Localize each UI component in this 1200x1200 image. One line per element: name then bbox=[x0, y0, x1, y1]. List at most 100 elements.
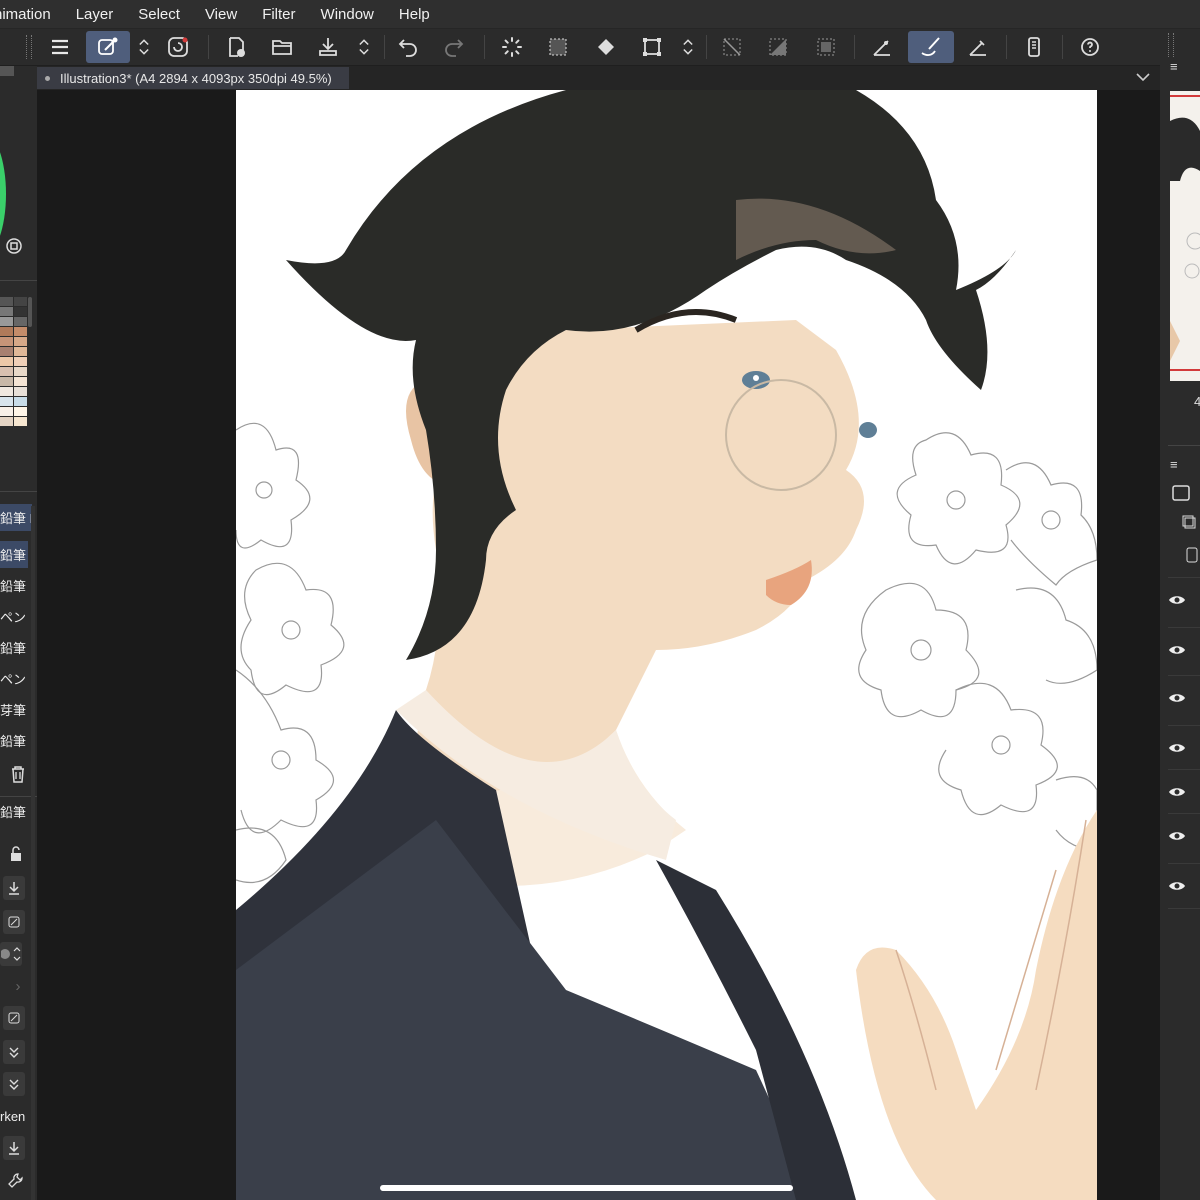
modifier-toggle-button[interactable] bbox=[134, 31, 154, 63]
color-swatch[interactable] bbox=[14, 397, 27, 406]
redo-button[interactable] bbox=[438, 31, 470, 63]
loading-button[interactable] bbox=[496, 31, 528, 63]
layer-row[interactable] bbox=[1168, 813, 1200, 858]
canvas-artwork[interactable] bbox=[236, 90, 1097, 1200]
color-swatch[interactable] bbox=[0, 317, 13, 326]
layer-row[interactable] bbox=[1168, 675, 1200, 720]
undo-button[interactable] bbox=[392, 31, 424, 63]
layer-row[interactable] bbox=[1168, 627, 1200, 672]
color-swatch[interactable] bbox=[0, 357, 13, 366]
color-swatch[interactable] bbox=[0, 337, 13, 346]
brush-item[interactable]: 鉛筆 bbox=[0, 727, 28, 754]
companion-button[interactable] bbox=[162, 31, 194, 63]
brush-item[interactable]: 鉛筆 bbox=[0, 572, 28, 599]
color-swatch[interactable] bbox=[14, 417, 27, 426]
eye-icon[interactable] bbox=[1168, 830, 1186, 842]
wrench-icon[interactable] bbox=[6, 1170, 26, 1190]
left-panel-scrollbar[interactable] bbox=[31, 506, 35, 1200]
color-swatch[interactable] bbox=[14, 387, 27, 396]
layer-row[interactable] bbox=[1168, 863, 1200, 909]
swatch-scrollbar[interactable] bbox=[28, 297, 32, 327]
menu-item-help[interactable]: Help bbox=[399, 6, 430, 23]
snap-ruler-button[interactable] bbox=[962, 31, 994, 63]
menu-item-layer[interactable]: Layer bbox=[76, 6, 114, 23]
menu-item-nimation[interactable]: nimation bbox=[0, 6, 51, 23]
color-swatch[interactable] bbox=[14, 357, 27, 366]
invert-selection-button[interactable] bbox=[810, 31, 842, 63]
fill-layer-button[interactable] bbox=[762, 31, 794, 63]
color-swatch[interactable] bbox=[0, 297, 13, 306]
color-swatch[interactable] bbox=[0, 387, 13, 396]
smartphone-button[interactable] bbox=[1018, 31, 1050, 63]
brush-item[interactable]: ペン bbox=[0, 603, 28, 630]
document-tab[interactable]: Illustration3* (A4 2894 x 4093px 350dpi … bbox=[37, 67, 349, 89]
eye-icon[interactable] bbox=[1168, 742, 1186, 754]
home-indicator[interactable] bbox=[380, 1185, 793, 1191]
disable-setting-button[interactable] bbox=[3, 910, 25, 934]
color-set-swatches[interactable] bbox=[0, 297, 27, 426]
color-swatch[interactable] bbox=[0, 367, 13, 376]
eye-icon[interactable] bbox=[1168, 880, 1186, 892]
toolbar-grip[interactable] bbox=[26, 35, 32, 59]
transform-button[interactable] bbox=[636, 31, 668, 63]
brush-item[interactable]: 鉛筆 bbox=[0, 634, 28, 661]
brush-group-tab[interactable]: 鉛筆 R bbox=[0, 504, 32, 531]
brush-item[interactable]: 芽筆 bbox=[0, 696, 28, 723]
layer-row[interactable] bbox=[1168, 725, 1200, 770]
download-setting-button[interactable] bbox=[3, 876, 25, 900]
color-swatch[interactable] bbox=[14, 407, 27, 416]
color-swatch[interactable] bbox=[0, 377, 13, 386]
menu-item-window[interactable]: Window bbox=[321, 6, 374, 23]
right-panel-grip[interactable] bbox=[1168, 33, 1174, 57]
brush-item[interactable]: 鉛筆 R bbox=[0, 541, 28, 568]
open-file-button[interactable] bbox=[266, 31, 298, 63]
save-button[interactable] bbox=[312, 31, 344, 63]
new-layer-icon[interactable] bbox=[1172, 485, 1190, 504]
canvas-area[interactable] bbox=[37, 90, 1160, 1200]
expand-setting-button[interactable] bbox=[3, 1040, 25, 1064]
color-swatch[interactable] bbox=[0, 417, 13, 426]
color-swatch[interactable] bbox=[14, 297, 27, 306]
color-swatch[interactable] bbox=[14, 337, 27, 346]
eye-icon[interactable] bbox=[1168, 692, 1186, 704]
trash-icon[interactable] bbox=[8, 764, 28, 784]
menu-item-view[interactable]: View bbox=[205, 6, 237, 23]
layer-menu-icon[interactable]: ≡ bbox=[1170, 457, 1178, 472]
color-swatch[interactable] bbox=[14, 347, 27, 356]
color-swatch[interactable] bbox=[14, 317, 27, 326]
eye-icon[interactable] bbox=[1168, 594, 1186, 606]
brush-button[interactable] bbox=[908, 31, 954, 63]
select-all-button[interactable] bbox=[542, 31, 574, 63]
menu-button[interactable] bbox=[44, 31, 76, 63]
chevron-right-icon[interactable]: › bbox=[8, 976, 28, 996]
ruler-button[interactable] bbox=[866, 31, 898, 63]
color-swatch[interactable] bbox=[14, 377, 27, 386]
navigator-thumbnail[interactable] bbox=[1170, 91, 1200, 381]
expand-setting-button[interactable] bbox=[3, 1072, 25, 1096]
menu-item-filter[interactable]: Filter bbox=[262, 6, 295, 23]
color-mode-icon[interactable] bbox=[4, 236, 24, 256]
modifier-key-button[interactable] bbox=[86, 31, 130, 63]
layer-device-icon[interactable] bbox=[1186, 547, 1198, 566]
fill-button[interactable] bbox=[590, 31, 622, 63]
eye-icon[interactable] bbox=[1168, 644, 1186, 656]
color-swatch[interactable] bbox=[14, 307, 27, 316]
color-swatch[interactable] bbox=[14, 367, 27, 376]
navigator-menu-icon[interactable]: ≡ bbox=[1170, 59, 1178, 74]
transform-toggle-button[interactable] bbox=[678, 31, 698, 63]
menu-item-select[interactable]: Select bbox=[138, 6, 180, 23]
color-swatch[interactable] bbox=[14, 327, 27, 336]
color-swatch[interactable] bbox=[0, 347, 13, 356]
brush-item[interactable]: ペン bbox=[0, 665, 28, 692]
lock-icon[interactable] bbox=[6, 844, 26, 864]
clear-selection-button[interactable] bbox=[716, 31, 748, 63]
color-swatch[interactable] bbox=[0, 407, 13, 416]
new-canvas-button[interactable] bbox=[220, 31, 252, 63]
panel-tab-icon[interactable] bbox=[0, 66, 14, 76]
color-swatch[interactable] bbox=[0, 397, 13, 406]
download-setting-button[interactable] bbox=[3, 1136, 25, 1160]
eye-icon[interactable] bbox=[1168, 786, 1186, 798]
brush-size-stepper[interactable] bbox=[0, 942, 22, 966]
layer-row[interactable] bbox=[1168, 577, 1200, 622]
color-swatch[interactable] bbox=[0, 307, 13, 316]
